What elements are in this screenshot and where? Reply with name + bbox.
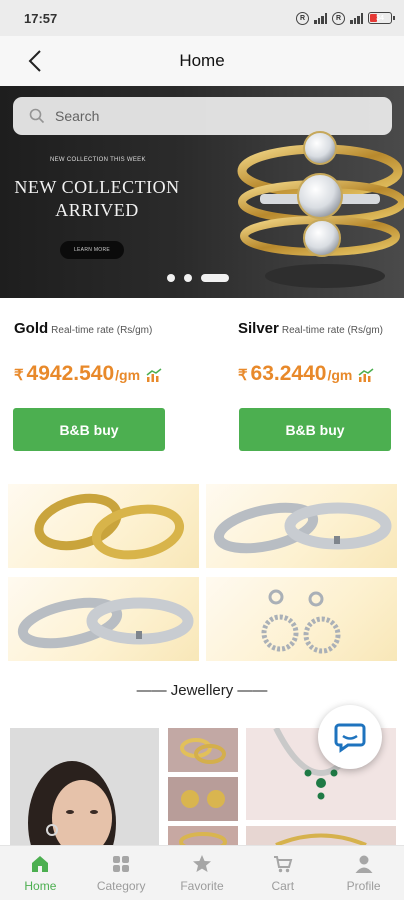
battery-icon: 34 bbox=[368, 12, 395, 24]
nav-item-favorite[interactable]: Favorite bbox=[162, 846, 243, 900]
gold-earrings-image bbox=[181, 790, 225, 808]
carousel-dots bbox=[167, 274, 229, 282]
jewellery-thumb-bangle[interactable] bbox=[168, 826, 238, 845]
app-header: Home bbox=[0, 36, 404, 86]
search-input[interactable] bbox=[55, 108, 355, 124]
gold-rate-name: Gold bbox=[14, 320, 49, 337]
registered-icon: R bbox=[296, 11, 309, 25]
gold-buy-button[interactable]: B&B buy bbox=[13, 408, 165, 451]
nav-item-cart[interactable]: Cart bbox=[242, 846, 323, 900]
silver-rate-subtitle: Real-time rate (Rs/gm) bbox=[281, 325, 384, 336]
silver-rate-value-row: ₹ 63.2440 /gm bbox=[238, 362, 374, 386]
learn-more-button[interactable]: LEARN MORE bbox=[60, 241, 124, 259]
product-tile-gold-bands[interactable] bbox=[8, 484, 199, 568]
gold-rate-subtitle: Real-time rate (Rs/gm) bbox=[51, 325, 153, 336]
rupee-icon: ₹ bbox=[238, 367, 248, 384]
bottom-navigation: Home Category Favorite Cart Profile bbox=[0, 845, 404, 900]
gold-rate-card: Gold Real-time rate (Rs/gm) ₹ 4942.540 /g… bbox=[14, 320, 194, 385]
jewellery-section-title: —— Jewellery —— bbox=[136, 682, 268, 699]
carousel-dot-active[interactable] bbox=[201, 274, 229, 282]
nav-label-category: Category bbox=[96, 878, 146, 893]
silver-buy-button[interactable]: B&B buy bbox=[239, 408, 391, 451]
gold-rings-image bbox=[34, 493, 185, 560]
nav-label-cart: Cart bbox=[271, 878, 295, 893]
gold-rate-header: Gold Real-time rate (Rs/gm) bbox=[14, 320, 194, 338]
status-icons: R R 34 bbox=[296, 11, 395, 25]
back-button[interactable] bbox=[22, 48, 48, 74]
nav-label-favorite: Favorite bbox=[180, 878, 224, 893]
chat-button[interactable] bbox=[318, 705, 382, 769]
gold-rate-unit: /gm bbox=[115, 367, 141, 383]
status-time: 17:57 bbox=[24, 10, 58, 26]
banner-kicker: NEW COLLECTION THIS WEEK bbox=[50, 157, 146, 163]
silver-rate-header: Silver Real-time rate (Rs/gm) bbox=[238, 320, 404, 338]
product-tile-silver-couple-bands[interactable] bbox=[8, 577, 199, 661]
carousel-dot[interactable] bbox=[184, 274, 192, 282]
nav-item-home[interactable]: Home bbox=[0, 846, 81, 900]
rupee-icon: ₹ bbox=[14, 367, 24, 384]
jewellery-model-image[interactable] bbox=[10, 728, 159, 845]
banner-headline: NEW COLLECTION ARRIVED bbox=[14, 177, 180, 220]
banner-rings-image bbox=[237, 131, 404, 288]
silver-rate-unit: /gm bbox=[327, 367, 353, 383]
gold-bangle-image bbox=[179, 832, 227, 845]
silver-rate-card: Silver Real-time rate (Rs/gm) ₹ 63.2440 /… bbox=[238, 320, 404, 385]
search-icon bbox=[29, 108, 45, 124]
page-title: Home bbox=[179, 51, 225, 70]
product-tile-silver-earrings[interactable] bbox=[206, 577, 397, 661]
signal-icon bbox=[314, 12, 327, 24]
category-icon bbox=[113, 855, 130, 872]
signal-icon bbox=[350, 12, 363, 24]
carousel-dot[interactable] bbox=[167, 274, 175, 282]
earrings-image bbox=[261, 589, 341, 654]
nav-label-home: Home bbox=[24, 878, 57, 893]
silver-rate-value: 63.2440 bbox=[250, 362, 327, 385]
silver-rings-image bbox=[213, 502, 392, 554]
nav-label-profile: Profile bbox=[346, 878, 381, 893]
silver-rate-name: Silver bbox=[238, 320, 279, 337]
profile-icon bbox=[355, 855, 373, 873]
gold-necklace-image bbox=[275, 833, 367, 845]
chevron-left-icon bbox=[28, 50, 41, 72]
silver-rings-image bbox=[17, 597, 194, 649]
jewellery-thumb-rings[interactable] bbox=[168, 728, 238, 772]
trend-chart-icon[interactable] bbox=[358, 368, 374, 382]
nav-item-profile[interactable]: Profile bbox=[323, 846, 404, 900]
promo-banner[interactable]: NEW COLLECTION THIS WEEK NEW COLLECTION … bbox=[0, 86, 404, 298]
trend-chart-icon[interactable] bbox=[146, 368, 162, 382]
jewellery-thumb-studs[interactable] bbox=[168, 777, 238, 821]
nav-item-category[interactable]: Category bbox=[81, 846, 162, 900]
status-bar: 17:57 R R 34 bbox=[0, 0, 404, 36]
star-icon bbox=[192, 854, 211, 872]
home-icon bbox=[32, 855, 49, 872]
gold-rings-image bbox=[180, 738, 226, 764]
product-tile-silver-bands[interactable] bbox=[206, 484, 397, 568]
gold-rate-value: 4942.540 bbox=[26, 362, 115, 385]
cart-icon bbox=[273, 855, 293, 872]
registered-icon: R bbox=[332, 11, 345, 25]
model-portrait-image bbox=[10, 728, 159, 845]
battery-level: 34 bbox=[376, 14, 384, 22]
gold-rate-value-row: ₹ 4942.540 /gm bbox=[14, 362, 162, 386]
chat-icon bbox=[334, 723, 366, 753]
jewellery-thumb-gold-set[interactable] bbox=[246, 826, 396, 845]
